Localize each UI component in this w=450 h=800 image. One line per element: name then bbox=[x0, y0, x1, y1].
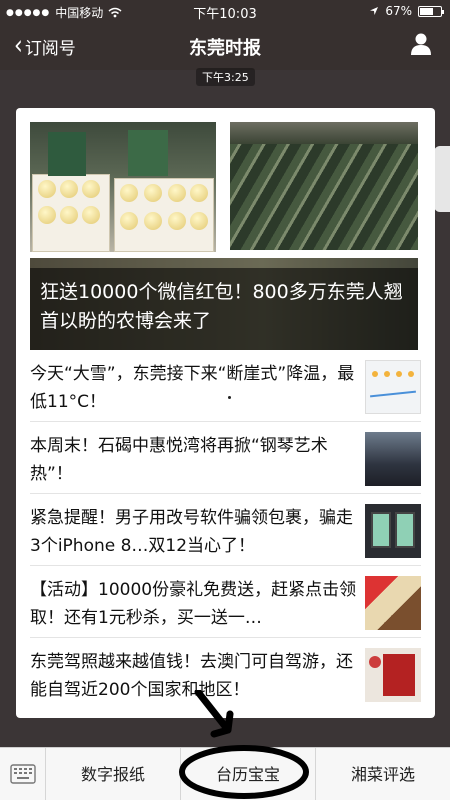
article-title: 【活动】10000份豪礼免费送，赶紧点击领取！还有1元秒杀，买一送一… bbox=[30, 580, 357, 628]
stray-dot bbox=[228, 396, 231, 399]
pears-image bbox=[30, 122, 216, 252]
article-list: 今天“大雪”，东莞接下来“断崖式”降温，最低11°C！ 本周末！石碣中惠悦湾将再… bbox=[16, 350, 435, 710]
list-item[interactable]: 紧急提醒！男子用改号软件骗领包裹，骗走3个iPhone 8…双12当心了！ bbox=[30, 494, 421, 566]
article-title: 今天“大雪”，东莞接下来“断崖式”降温，最低11°C！ bbox=[30, 364, 355, 412]
menu-hunan-cuisine-vote[interactable]: 湘菜评选 bbox=[316, 748, 450, 800]
menu-desk-calendar[interactable]: 台历宝宝 bbox=[181, 748, 316, 800]
license-thumbnail bbox=[365, 648, 421, 702]
article-title: 紧急提醒！男子用改号软件骗领包裹，骗走3个iPhone 8…双12当心了！ bbox=[30, 508, 353, 556]
profile-icon[interactable] bbox=[410, 32, 432, 56]
keyboard-icon bbox=[10, 764, 36, 784]
battery-percent: 67% bbox=[385, 4, 412, 18]
list-item[interactable]: 【活动】10000份豪礼免费送，赶紧点击领取！还有1元秒杀，买一送一… bbox=[30, 566, 421, 638]
status-right: 67% bbox=[369, 4, 444, 18]
article-title: 本周末！石碣中惠悦湾将再掀“钢琴艺术热”！ bbox=[30, 436, 328, 484]
phone-thumbnail bbox=[365, 504, 421, 558]
piano-event-thumbnail bbox=[365, 432, 421, 486]
list-item[interactable]: 本周末！石碣中惠悦湾将再掀“钢琴艺术热”！ bbox=[30, 422, 421, 494]
side-handle bbox=[434, 146, 450, 212]
hero-headline: 狂送10000个微信红包！800多万东莞人翘首以盼的农博会来了 bbox=[30, 268, 418, 350]
cucumbers-image bbox=[230, 122, 418, 250]
list-item[interactable]: 今天“大雪”，东莞接下来“断崖式”降温，最低11°C！ bbox=[30, 350, 421, 422]
status-bar: ●●●●● 中国移动 下午10:03 67% bbox=[0, 0, 450, 22]
article-card: 狂送10000个微信红包！800多万东莞人翘首以盼的农博会来了 今天“大雪”，东… bbox=[16, 108, 435, 718]
weather-thumbnail bbox=[365, 360, 421, 414]
nav-bar: ‹ 订阅号 东莞时报 bbox=[0, 22, 450, 70]
keyboard-toggle[interactable] bbox=[0, 748, 46, 800]
page-title: 东莞时报 bbox=[189, 38, 261, 59]
battery-fill bbox=[420, 7, 433, 15]
message-timestamp: 下午3:25 bbox=[196, 68, 255, 86]
location-icon bbox=[370, 7, 379, 15]
gift-thumbnail bbox=[365, 576, 421, 630]
menu-digital-newspaper[interactable]: 数字报纸 bbox=[46, 748, 181, 800]
bottom-menu: 数字报纸 台历宝宝 湘菜评选 bbox=[0, 747, 450, 800]
article-title: 东莞驾照越来越值钱！去澳门可自驾游，还能自驾近200个国家和地区！ bbox=[30, 652, 353, 700]
list-item[interactable]: 东莞驾照越来越值钱！去澳门可自驾游，还能自驾近200个国家和地区！ bbox=[30, 638, 421, 710]
top-bar: ●●●●● 中国移动 下午10:03 67% ‹ 订阅号 东莞时报 bbox=[0, 0, 450, 70]
battery-icon bbox=[418, 5, 444, 17]
hero-article[interactable]: 狂送10000个微信红包！800多万东莞人翘首以盼的农博会来了 bbox=[30, 122, 418, 350]
